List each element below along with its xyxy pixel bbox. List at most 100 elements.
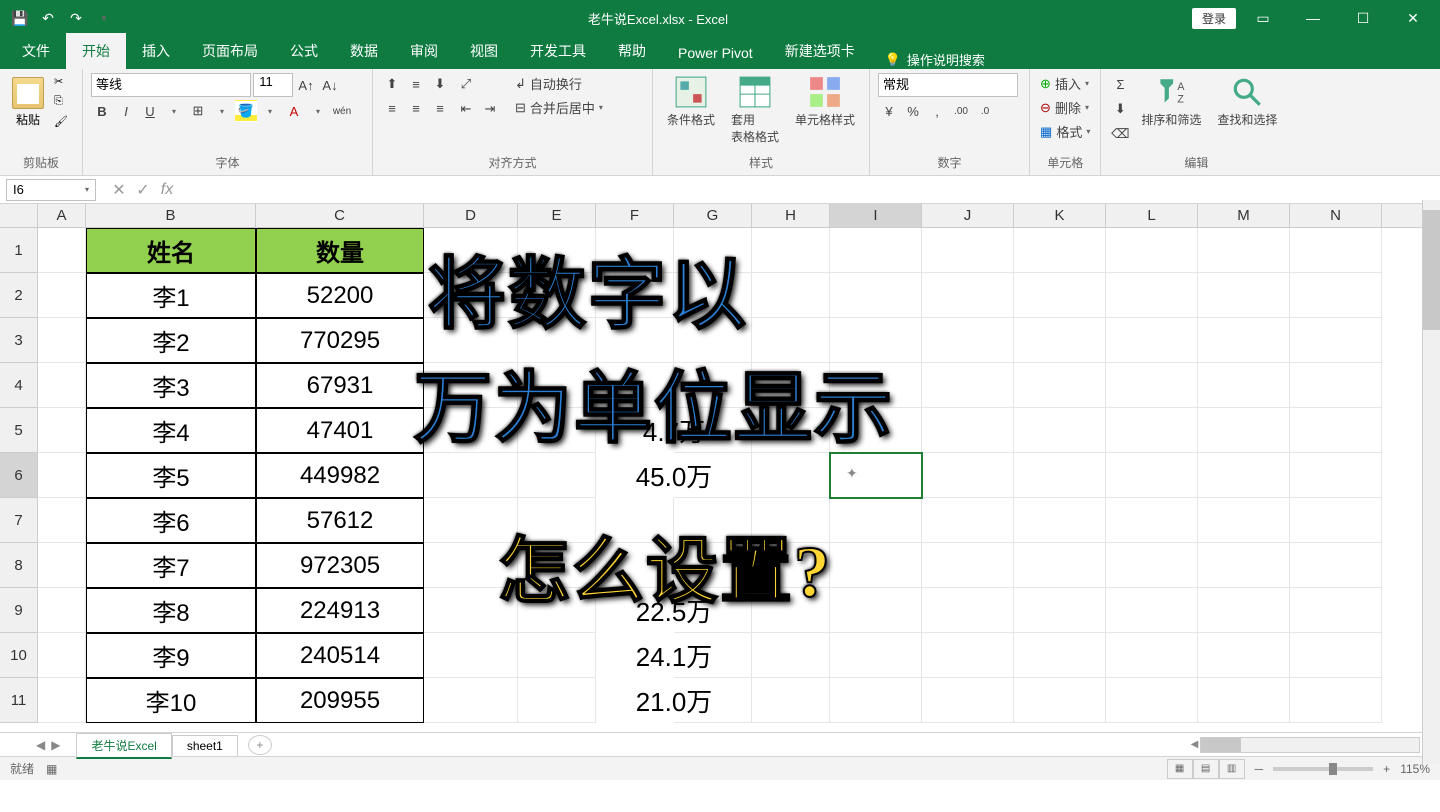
col-header-J[interactable]: J — [922, 204, 1014, 227]
cell-L6[interactable] — [1106, 453, 1198, 498]
cell-J4[interactable] — [922, 363, 1014, 408]
align-top-icon[interactable]: ⬆ — [381, 73, 403, 95]
tab-newtab[interactable]: 新建选项卡 — [769, 33, 871, 69]
col-header-M[interactable]: M — [1198, 204, 1290, 227]
cell-M1[interactable] — [1198, 228, 1290, 273]
col-header-D[interactable]: D — [424, 204, 518, 227]
cell-B7[interactable]: 李6 — [86, 498, 256, 543]
cell-J10[interactable] — [922, 633, 1014, 678]
cell-C10[interactable]: 240514 — [256, 633, 424, 678]
zoom-slider[interactable] — [1273, 767, 1373, 771]
macro-record-icon[interactable]: ▦ — [46, 762, 57, 776]
zoom-in-icon[interactable]: + — [1383, 762, 1390, 776]
cell-B5[interactable]: 李4 — [86, 408, 256, 453]
cell-C1[interactable]: 数量 — [256, 228, 424, 273]
cell-G4[interactable] — [674, 363, 752, 408]
tab-formulas[interactable]: 公式 — [274, 33, 334, 69]
cell-L4[interactable] — [1106, 363, 1198, 408]
cell-J6[interactable] — [922, 453, 1014, 498]
cell-F7[interactable] — [596, 498, 674, 543]
cell-E9[interactable] — [518, 588, 596, 633]
cell-E6[interactable] — [518, 453, 596, 498]
cell-G3[interactable] — [674, 318, 752, 363]
find-select-button[interactable]: 查找和选择 — [1211, 73, 1283, 130]
cell-N2[interactable] — [1290, 273, 1382, 318]
cell-C11[interactable]: 209955 — [256, 678, 424, 723]
formula-input[interactable] — [184, 179, 1440, 201]
cell-H11[interactable] — [752, 678, 830, 723]
page-break-view-icon[interactable]: ▥ — [1219, 759, 1245, 779]
cell-L2[interactable] — [1106, 273, 1198, 318]
phonetic-icon[interactable]: wén — [331, 100, 353, 122]
cell-K5[interactable] — [1014, 408, 1106, 453]
worksheet-grid[interactable]: ABCDEFGHIJKLMN 1234567891011 姓名数量李152200… — [0, 204, 1440, 732]
fill-color-icon[interactable]: 🪣 — [235, 100, 257, 122]
col-header-N[interactable]: N — [1290, 204, 1382, 227]
copy-icon[interactable]: ⎘ — [54, 95, 72, 113]
cell-M5[interactable] — [1198, 408, 1290, 453]
cell-J2[interactable] — [922, 273, 1014, 318]
cell-B6[interactable]: 李5 — [86, 453, 256, 498]
maximize-icon[interactable]: ☐ — [1340, 0, 1386, 36]
cell-J5[interactable] — [922, 408, 1014, 453]
cell-I5[interactable] — [830, 408, 922, 453]
cell-E3[interactable] — [518, 318, 596, 363]
cell-M2[interactable] — [1198, 273, 1290, 318]
cell-N3[interactable] — [1290, 318, 1382, 363]
borders-icon[interactable]: ⊞ — [187, 100, 209, 122]
increase-decimal-icon[interactable]: .00 — [950, 100, 972, 122]
cell-D11[interactable] — [424, 678, 518, 723]
row-header-9[interactable]: 9 — [0, 588, 38, 633]
tab-developer[interactable]: 开发工具 — [514, 33, 602, 69]
cell-C9[interactable]: 224913 — [256, 588, 424, 633]
col-header-K[interactable]: K — [1014, 204, 1106, 227]
row-header-6[interactable]: 6 — [0, 453, 38, 498]
cell-I4[interactable] — [830, 363, 922, 408]
font-color-dropdown[interactable]: ▾ — [307, 100, 329, 122]
col-header-E[interactable]: E — [518, 204, 596, 227]
add-sheet-button[interactable]: + — [248, 735, 272, 755]
cell-H1[interactable] — [752, 228, 830, 273]
cell-K8[interactable] — [1014, 543, 1106, 588]
cell-E11[interactable] — [518, 678, 596, 723]
col-header-F[interactable]: F — [596, 204, 674, 227]
cell-I11[interactable] — [830, 678, 922, 723]
zoom-thumb[interactable] — [1329, 763, 1337, 775]
row-header-7[interactable]: 7 — [0, 498, 38, 543]
cell-E8[interactable] — [518, 543, 596, 588]
cell-N6[interactable] — [1290, 453, 1382, 498]
wrap-text-button[interactable]: ↲ 自动换行 — [513, 73, 605, 94]
cell-M6[interactable] — [1198, 453, 1290, 498]
cell-D2[interactable] — [424, 273, 518, 318]
format-cells-button[interactable]: ▦格式▾ — [1038, 121, 1092, 142]
cell-B2[interactable]: 李1 — [86, 273, 256, 318]
cell-M10[interactable] — [1198, 633, 1290, 678]
row-header-3[interactable]: 3 — [0, 318, 38, 363]
cell-K4[interactable] — [1014, 363, 1106, 408]
qat-customize-icon[interactable]: ▼ — [94, 8, 114, 28]
cell-J11[interactable] — [922, 678, 1014, 723]
increase-font-icon[interactable]: A↑ — [295, 74, 317, 96]
col-header-A[interactable]: A — [38, 204, 86, 227]
vertical-scrollbar[interactable] — [1422, 200, 1440, 764]
cell-C4[interactable]: 67931 — [256, 363, 424, 408]
cell-D3[interactable] — [424, 318, 518, 363]
row-header-2[interactable]: 2 — [0, 273, 38, 318]
cell-F5[interactable]: 4.7万 — [596, 408, 752, 453]
increase-indent-icon[interactable]: ⇥ — [479, 98, 501, 120]
cell-M3[interactable] — [1198, 318, 1290, 363]
tab-home[interactable]: 开始 — [66, 33, 126, 69]
name-box-dropdown[interactable]: ▾ — [85, 185, 89, 194]
cell-D4[interactable] — [424, 363, 518, 408]
percent-icon[interactable]: % — [902, 100, 924, 122]
cell-G2[interactable] — [674, 273, 752, 318]
underline-button[interactable]: U — [139, 100, 161, 122]
tab-help[interactable]: 帮助 — [602, 33, 662, 69]
align-left-icon[interactable]: ≡ — [381, 97, 403, 119]
font-name-select[interactable]: 等线 — [91, 73, 251, 97]
cell-styles-button[interactable]: 单元格样式 — [789, 73, 861, 130]
cell-A6[interactable] — [38, 453, 86, 498]
cell-L7[interactable] — [1106, 498, 1198, 543]
cell-C6[interactable]: 449982 — [256, 453, 424, 498]
fill-down-icon[interactable]: ⬇ — [1109, 98, 1131, 120]
